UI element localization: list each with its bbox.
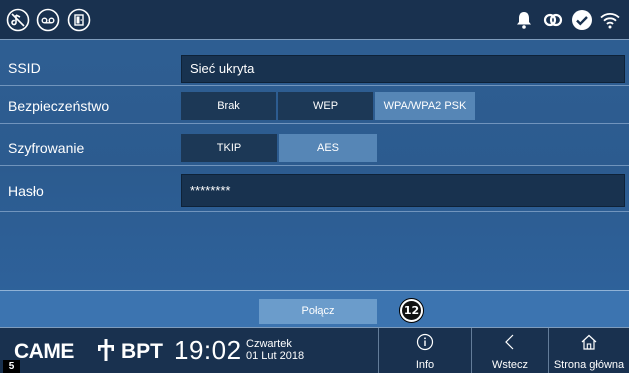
door-open-icon[interactable]	[67, 8, 91, 32]
security-option-wpa-psk[interactable]: WPA/WPA2 PSK	[375, 92, 475, 120]
top-status-bar	[0, 0, 629, 40]
security-row: Bezpieczeństwo Brak WEP WPA/WPA2 PSK	[0, 89, 629, 124]
clock-time: 19:02	[174, 335, 242, 365]
callout-marker: 12	[399, 298, 424, 323]
brand-bpt-logo: BPT	[121, 340, 163, 363]
date-text: 01 Lut 2018	[246, 350, 305, 362]
home-label: Strona główna	[553, 359, 625, 371]
password-field[interactable]: ********	[181, 174, 625, 207]
connect-button[interactable]: Połącz	[259, 299, 377, 324]
home-icon	[581, 334, 597, 350]
encryption-option-tkip[interactable]: TKIP	[181, 134, 277, 162]
callout-number: 12	[402, 301, 421, 320]
info-label: Info	[415, 359, 435, 371]
back-chevron-icon	[505, 334, 514, 350]
encryption-row: Szyfrowanie TKIP AES	[0, 131, 629, 166]
ssid-field[interactable]: Sieć ukryta	[181, 55, 625, 83]
security-label: Bezpieczeństwo	[8, 98, 110, 114]
ssid-label: SSID	[8, 60, 41, 76]
bottom-bar: CAME BPT 5 19:02 Czwartek 01 Lut 2018 In…	[0, 327, 629, 373]
brand-came-logo: CAME	[14, 340, 74, 363]
bell-icon	[517, 12, 531, 29]
encryption-label: Szyfrowanie	[8, 140, 85, 156]
password-row: Hasło ********	[0, 172, 629, 212]
home-button[interactable]: Strona główna	[548, 328, 629, 373]
security-option-none[interactable]: Brak	[181, 92, 276, 120]
check-circle-icon	[572, 10, 592, 30]
password-label: Hasło	[8, 183, 44, 199]
info-button[interactable]: Info	[378, 328, 471, 373]
connect-strip: Połącz 12	[0, 290, 629, 327]
back-button[interactable]: Wstecz	[471, 328, 548, 373]
wifi-settings-screen: SSID Sieć ukryta Bezpieczeństwo Brak WEP…	[0, 0, 629, 373]
info-icon	[416, 333, 434, 351]
security-option-wep[interactable]: WEP	[278, 92, 373, 120]
encryption-option-aes[interactable]: AES	[279, 134, 377, 162]
back-label: Wstecz	[491, 359, 529, 371]
brand-mark-icon	[98, 339, 114, 361]
ssid-row: SSID Sieć ukryta	[0, 51, 629, 86]
voicemail-icon[interactable]	[36, 8, 60, 32]
weekday-text: Czwartek	[246, 338, 292, 350]
link-icon	[543, 13, 563, 27]
wifi-icon	[600, 13, 620, 29]
page-number-badge: 5	[3, 360, 20, 373]
mute-icon[interactable]	[6, 8, 30, 32]
